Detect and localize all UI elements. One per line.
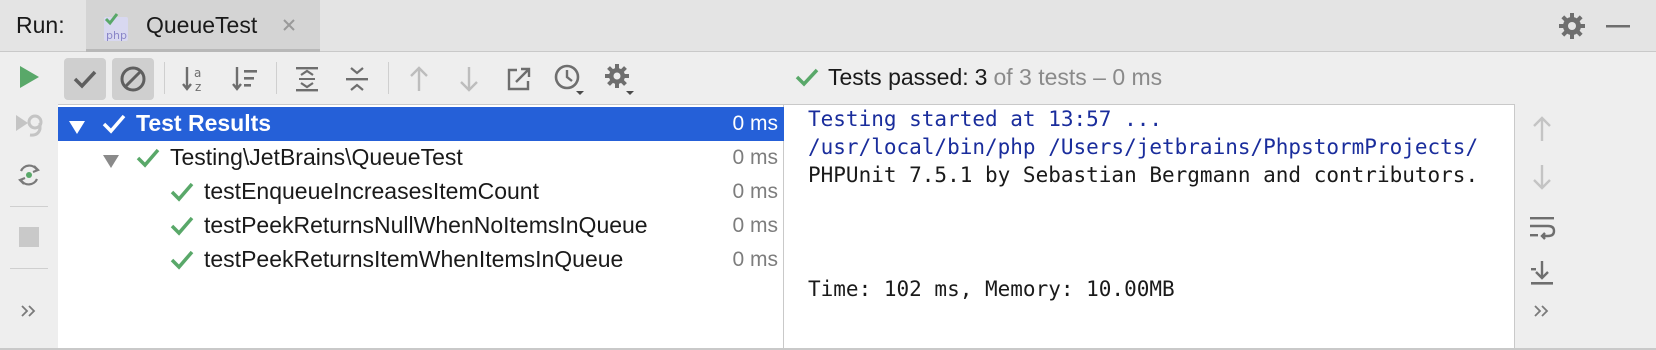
passed-check-icon: [170, 181, 194, 203]
tree-node-test[interactable]: testPeekReturnsNullWhenNoItemsInQueue 0 …: [58, 209, 784, 243]
sort-by-duration-icon[interactable]: [224, 58, 266, 100]
tree-node-label: Testing\JetBrains\QueueTest: [170, 144, 463, 170]
test-runner-toolbar: a z Tests passed: 3 of 3 tests – 0 ms: [58, 52, 1598, 104]
toggle-auto-test-icon[interactable]: [12, 158, 46, 192]
check-icon: [794, 66, 820, 88]
toolbar-separator: [276, 62, 277, 94]
toolbar-separator: [388, 62, 389, 94]
duration-label: 0 ms: [732, 112, 778, 135]
tree-node-label: testPeekReturnsNullWhenNoItemsInQueue: [204, 212, 648, 238]
expand-all-icon[interactable]: [286, 58, 328, 100]
passed-check-icon: [170, 249, 194, 271]
show-passed-icon[interactable]: [64, 58, 106, 100]
tool-window-header: Run: php QueueTest: [0, 0, 1656, 52]
run-label: Run:: [16, 12, 65, 38]
scroll-to-end-icon[interactable]: [1527, 258, 1557, 288]
arrow-down-icon: [1527, 162, 1557, 192]
duration-label: 0 ms: [732, 248, 778, 271]
show-ignored-icon[interactable]: [112, 58, 154, 100]
toolbar-separator: [10, 268, 48, 269]
export-icon[interactable]: [498, 58, 540, 100]
duration-label: 0 ms: [732, 180, 778, 203]
arrow-down-icon: [448, 58, 490, 100]
tree-node-label: Test Results: [136, 110, 272, 136]
chevron-double-right-icon[interactable]: [12, 294, 46, 328]
console-line: Testing started at 13:57 ...: [808, 107, 1163, 131]
arrow-up-icon: [398, 58, 440, 100]
test-history-icon[interactable]: [548, 58, 590, 100]
passed-check-icon: [170, 215, 194, 237]
tree-node-queuetest[interactable]: Testing\JetBrains\QueueTest 0 ms: [58, 141, 784, 175]
tree-node-test[interactable]: testPeekReturnsItemWhenItemsInQueue 0 ms: [58, 243, 784, 277]
toolbar-separator: [10, 206, 48, 207]
status-summary: of 3 tests – 0 ms: [993, 63, 1163, 90]
expanded-arrow-icon[interactable]: [68, 115, 86, 134]
run-tool-window: Run: php QueueTest a z Tests passed: 3 o…: [0, 0, 1656, 350]
tree-node-test-results[interactable]: Test Results 0 ms: [58, 107, 784, 141]
expanded-arrow-icon[interactable]: [102, 149, 120, 168]
tab-title: QueueTest: [146, 12, 258, 38]
tab-queuetest[interactable]: php QueueTest: [86, 0, 320, 52]
gear-icon[interactable]: [1558, 12, 1586, 40]
tree-node-test[interactable]: testEnqueueIncreasesItemCount 0 ms: [58, 175, 784, 209]
soft-wrap-icon[interactable]: [1527, 212, 1557, 242]
console-toolbar: [1514, 104, 1656, 350]
console-output[interactable]: Testing started at 13:57 ... /usr/local/…: [784, 104, 1514, 350]
rerun-failed-icon: [12, 108, 46, 142]
chevron-double-right-icon[interactable]: [1527, 296, 1557, 326]
tree-node-label: testEnqueueIncreasesItemCount: [204, 178, 539, 204]
duration-label: 0 ms: [732, 146, 778, 169]
test-status: Tests passed: 3 of 3 tests – 0 ms: [794, 61, 1162, 93]
status-label: Tests passed:: [828, 63, 969, 90]
passed-check-icon: [102, 113, 126, 135]
stop-icon: [12, 220, 46, 254]
console-line: Time: 102 ms, Memory: 10.00MB: [808, 277, 1175, 301]
toolbar-separator: [164, 62, 165, 94]
close-icon[interactable]: [278, 14, 300, 36]
left-toolbar: [0, 52, 58, 350]
sort-alphabetically-icon[interactable]: a z: [174, 58, 216, 100]
passed-check-icon: [136, 147, 160, 169]
minimize-icon[interactable]: [1604, 14, 1632, 38]
settings-gear-icon[interactable]: [598, 58, 640, 100]
console-line: /usr/local/bin/php /Users/jetbrains/Phps…: [808, 135, 1479, 159]
svg-text:php: php: [106, 29, 127, 42]
arrow-up-icon: [1527, 114, 1557, 144]
svg-text:z: z: [195, 80, 201, 94]
duration-label: 0 ms: [732, 214, 778, 237]
console-line: PHPUnit 7.5.1 by Sebastian Bergmann and …: [808, 163, 1479, 187]
collapse-all-icon[interactable]: [336, 58, 378, 100]
svg-text:a: a: [194, 66, 201, 80]
passed-count: 3: [974, 63, 988, 90]
rerun-icon[interactable]: [12, 60, 46, 94]
test-results-tree: Test Results 0 ms Testing\JetBrains\Queu…: [58, 104, 784, 350]
php-icon: php: [102, 11, 130, 43]
tree-node-label: testPeekReturnsItemWhenItemsInQueue: [204, 246, 624, 272]
